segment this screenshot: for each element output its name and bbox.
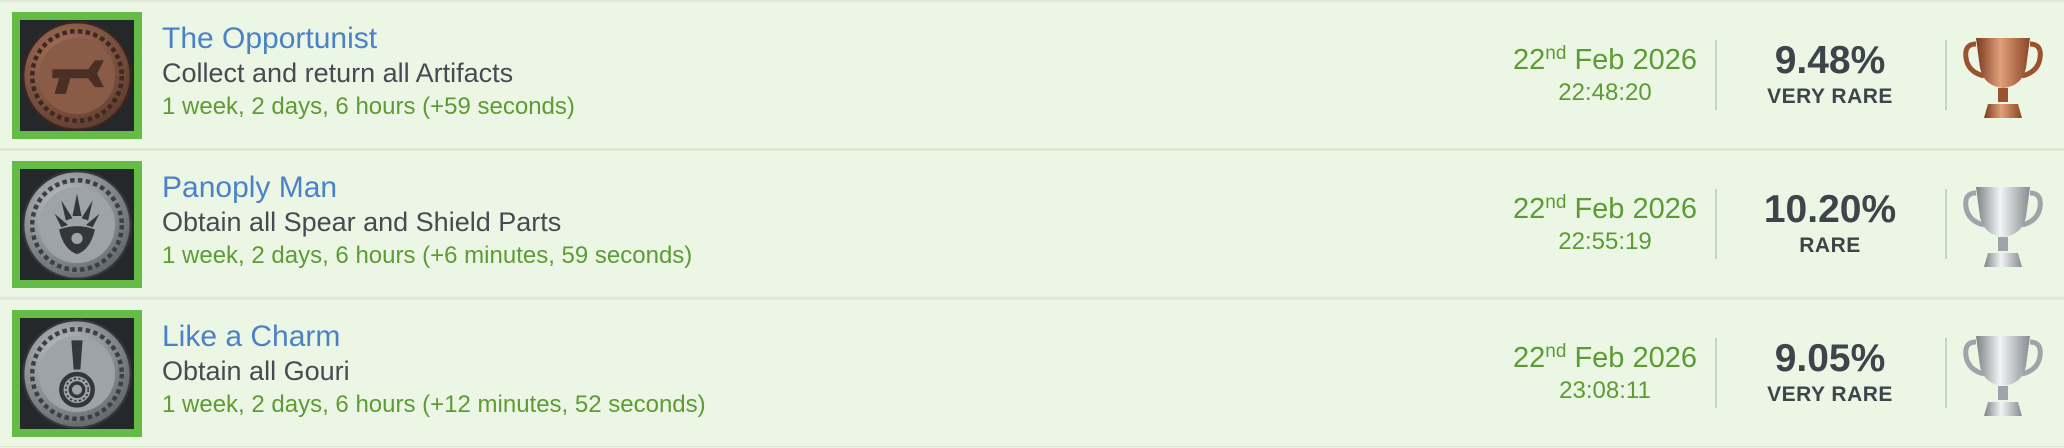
trophy-description: Collect and return all Artifacts [162,58,514,88]
date-day: 22 [1512,44,1546,76]
divider [1715,338,1717,408]
trophy-date: 22nd Feb 2026 22:48:20 [1490,42,1720,108]
date-suffix: nd [1545,341,1567,362]
rarity-percent: 9.05% [1774,337,1886,380]
trophy-badge[interactable] [12,12,142,139]
trophy-date: 22nd Feb 2026 23:08:11 [1490,340,1720,406]
trophy-title[interactable]: The Opportunist [162,22,575,56]
silver-trophy-icon [1962,332,2044,422]
trophy-rarity: 10.20% RARE [1720,187,1940,259]
divider [1945,40,1947,110]
trophy-row: Like a Charm Obtain all Gouri 1 week, 2 … [0,298,2064,447]
date-day: 22 [1512,342,1546,374]
trophy-rarity: 9.48% VERY RARE [1720,38,1940,110]
date-month-year: Feb 2026 [1566,193,1697,225]
rarity-label: RARE [1799,234,1861,257]
date-month-year: Feb 2026 [1566,44,1697,76]
trophy-title[interactable]: Panoply Man [162,171,692,205]
rarity-label: VERY RARE [1767,383,1893,406]
date-time: 22:48:20 [1558,79,1652,106]
trophy-list: The Opportunist Collect and return all A… [0,0,2064,448]
charm-icon [22,318,132,429]
trophy-unlock-elapsed: 1 week, 2 days, 6 hours (+59 seconds) [162,93,575,120]
trophy-unlock-elapsed: 1 week, 2 days, 6 hours (+12 minutes, 52… [162,391,706,418]
date-time: 23:08:11 [1559,377,1651,404]
date-month-year: Feb 2026 [1566,342,1697,374]
divider [1945,338,1947,408]
date-suffix: nd [1545,43,1567,64]
silver-trophy-icon [1962,183,2044,273]
divider [1715,189,1717,259]
rarity-percent: 10.20% [1763,188,1897,231]
bronze-trophy-icon [1962,34,2044,124]
trophy-row: Panoply Man Obtain all Spear and Shield … [0,149,2064,298]
divider [1945,189,1947,259]
spear-shield-icon [22,169,132,280]
trophy-description: Obtain all Gouri [162,356,350,386]
trophy-rarity: 9.05% VERY RARE [1720,336,1940,408]
trophy-row: The Opportunist Collect and return all A… [0,0,2064,149]
divider [1715,40,1717,110]
trophy-description: Obtain all Spear and Shield Parts [162,207,562,237]
date-time: 22:55:19 [1558,228,1652,255]
rarity-label: VERY RARE [1767,85,1893,108]
rarity-percent: 9.48% [1774,39,1886,82]
trophy-badge[interactable] [12,161,142,288]
trophy-title[interactable]: Like a Charm [162,320,706,354]
date-suffix: nd [1545,192,1567,213]
trophy-date: 22nd Feb 2026 22:55:19 [1490,191,1720,257]
hammer-emblem-icon [22,20,132,131]
trophy-badge[interactable] [12,310,142,437]
date-day: 22 [1512,193,1546,225]
trophy-unlock-elapsed: 1 week, 2 days, 6 hours (+6 minutes, 59 … [162,242,693,269]
